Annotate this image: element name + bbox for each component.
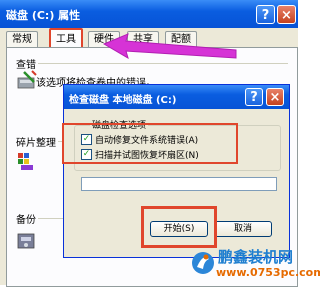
check-progress-bar xyxy=(81,177,277,191)
tab-general[interactable]: 常规 xyxy=(6,31,38,47)
dialog-title: 检查磁盘 本地磁盘 (C:) xyxy=(69,95,177,106)
options-highlight-box xyxy=(62,123,238,164)
backup-icon xyxy=(17,233,35,249)
properties-titlebar[interactable]: 磁盘 (C:) 属性 ? × xyxy=(0,0,298,28)
cancel-button[interactable]: 取消 xyxy=(214,221,272,237)
site-watermark: 鹏鑫装机网 www.0753pc.com xyxy=(190,246,320,282)
start-highlight-box xyxy=(141,206,217,248)
watermark-url: www.0753pc.com xyxy=(216,266,320,279)
help-button[interactable]: ? xyxy=(256,5,275,24)
check-disk-icon xyxy=(17,70,37,89)
backup-section-label: 备份 xyxy=(14,211,38,226)
dialog-titlebar[interactable]: 检查磁盘 本地磁盘 (C:) ? × xyxy=(64,85,289,109)
watermark-name: 鹏鑫装机网 xyxy=(218,248,294,266)
watermark-logo-icon xyxy=(192,252,214,274)
defrag-icon xyxy=(18,153,33,170)
close-button[interactable]: × xyxy=(277,5,296,24)
pointer-arrow-icon xyxy=(102,33,237,60)
dialog-help-button[interactable]: ? xyxy=(245,88,263,106)
dialog-close-button[interactable]: × xyxy=(266,88,284,106)
properties-title: 磁盘 (C:) 属性 xyxy=(6,9,81,22)
check-section-label: 查错 xyxy=(14,56,38,71)
defrag-section-label: 碎片整理 xyxy=(14,134,58,149)
